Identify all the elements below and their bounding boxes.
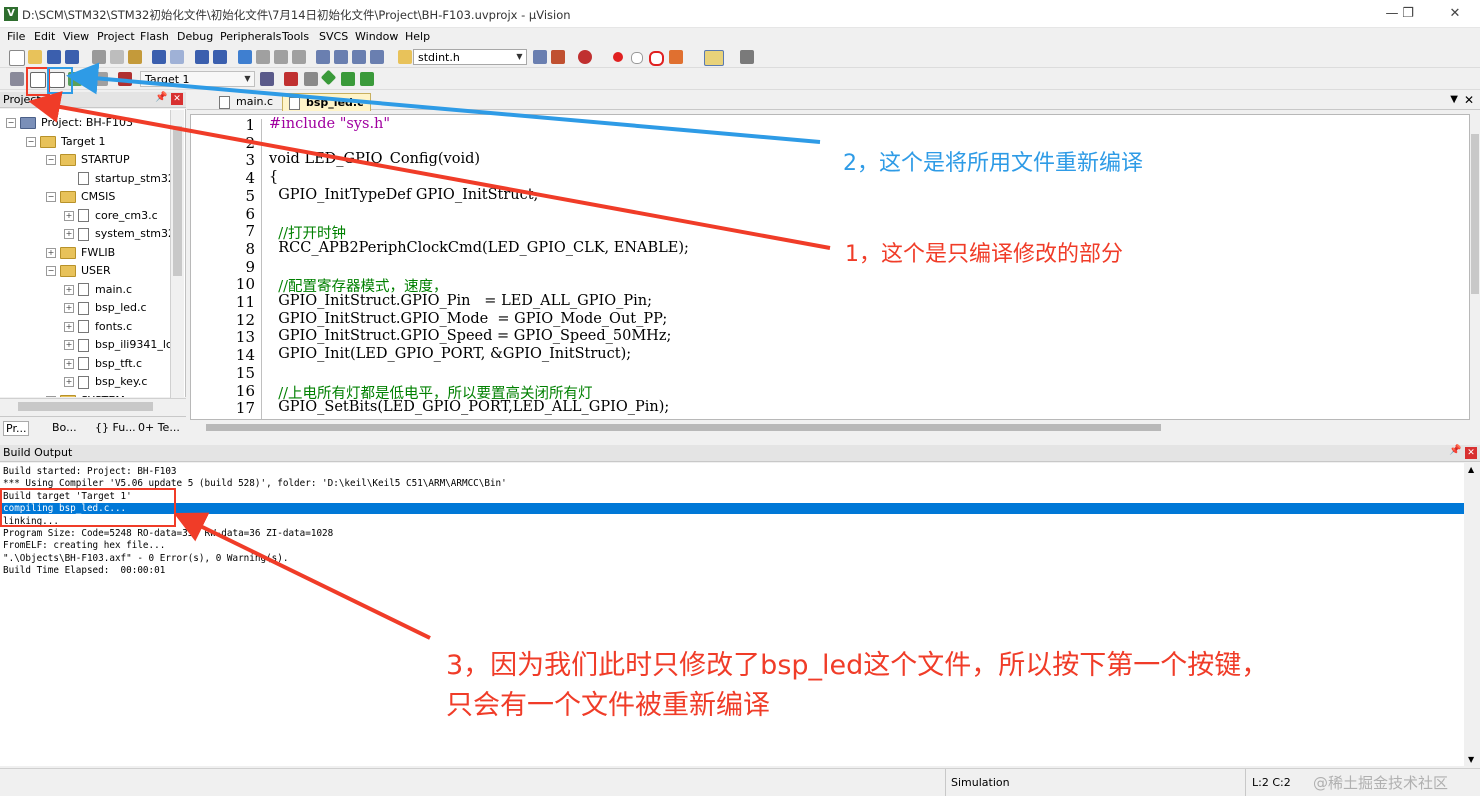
annotation-explanation-line2: 只会有一个文件被重新编译 xyxy=(446,690,770,721)
annotation-build-changed: 1，这个是只编译修改的部分 xyxy=(845,242,1123,267)
compile-line-highlight-box xyxy=(0,488,176,527)
rebuild-button-highlight-box xyxy=(47,67,73,94)
annotation-rebuild-all: 2，这个是将所用文件重新编译 xyxy=(843,151,1143,176)
red-arrow-3 xyxy=(173,512,431,640)
red-arrow-1 xyxy=(28,91,831,250)
build-button-highlight-box xyxy=(26,67,50,96)
annotation-explanation-line1: 3，因为我们此时只修改了bsp_led这个文件，所以按下第一个按键， xyxy=(446,650,1269,681)
